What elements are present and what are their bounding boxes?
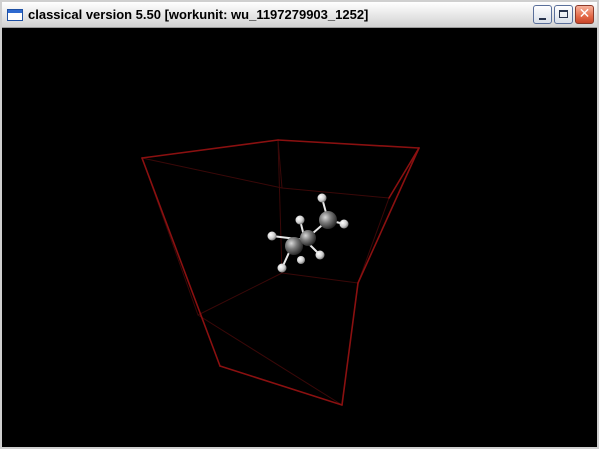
minimize-button[interactable] xyxy=(533,5,552,24)
carbon-atom xyxy=(300,230,316,246)
hydrogen-atom xyxy=(317,193,327,203)
hydrogen-atom xyxy=(315,250,325,260)
hydrogen-atom xyxy=(267,231,277,241)
app-window-icon[interactable] xyxy=(7,8,23,21)
title-bar[interactable]: classical version 5.50 [workunit: wu_119… xyxy=(2,2,597,28)
minimize-icon xyxy=(539,18,546,20)
hydrogen-atom xyxy=(297,256,305,264)
simulation-scene xyxy=(141,139,420,406)
hydrogen-atom xyxy=(295,215,305,225)
simulation-box xyxy=(141,139,420,406)
window-controls: ✕ xyxy=(533,5,594,24)
close-button[interactable]: ✕ xyxy=(575,5,594,24)
3d-viewport[interactable] xyxy=(2,28,597,447)
hydrogen-atom xyxy=(277,263,287,273)
window-title: classical version 5.50 [workunit: wu_119… xyxy=(28,7,369,22)
maximize-button[interactable] xyxy=(554,5,573,24)
hydrogen-atom xyxy=(339,219,349,229)
maximize-icon xyxy=(559,10,568,18)
carbon-atom xyxy=(319,211,337,229)
application-window: classical version 5.50 [workunit: wu_119… xyxy=(0,0,599,449)
close-icon: ✕ xyxy=(578,6,591,22)
